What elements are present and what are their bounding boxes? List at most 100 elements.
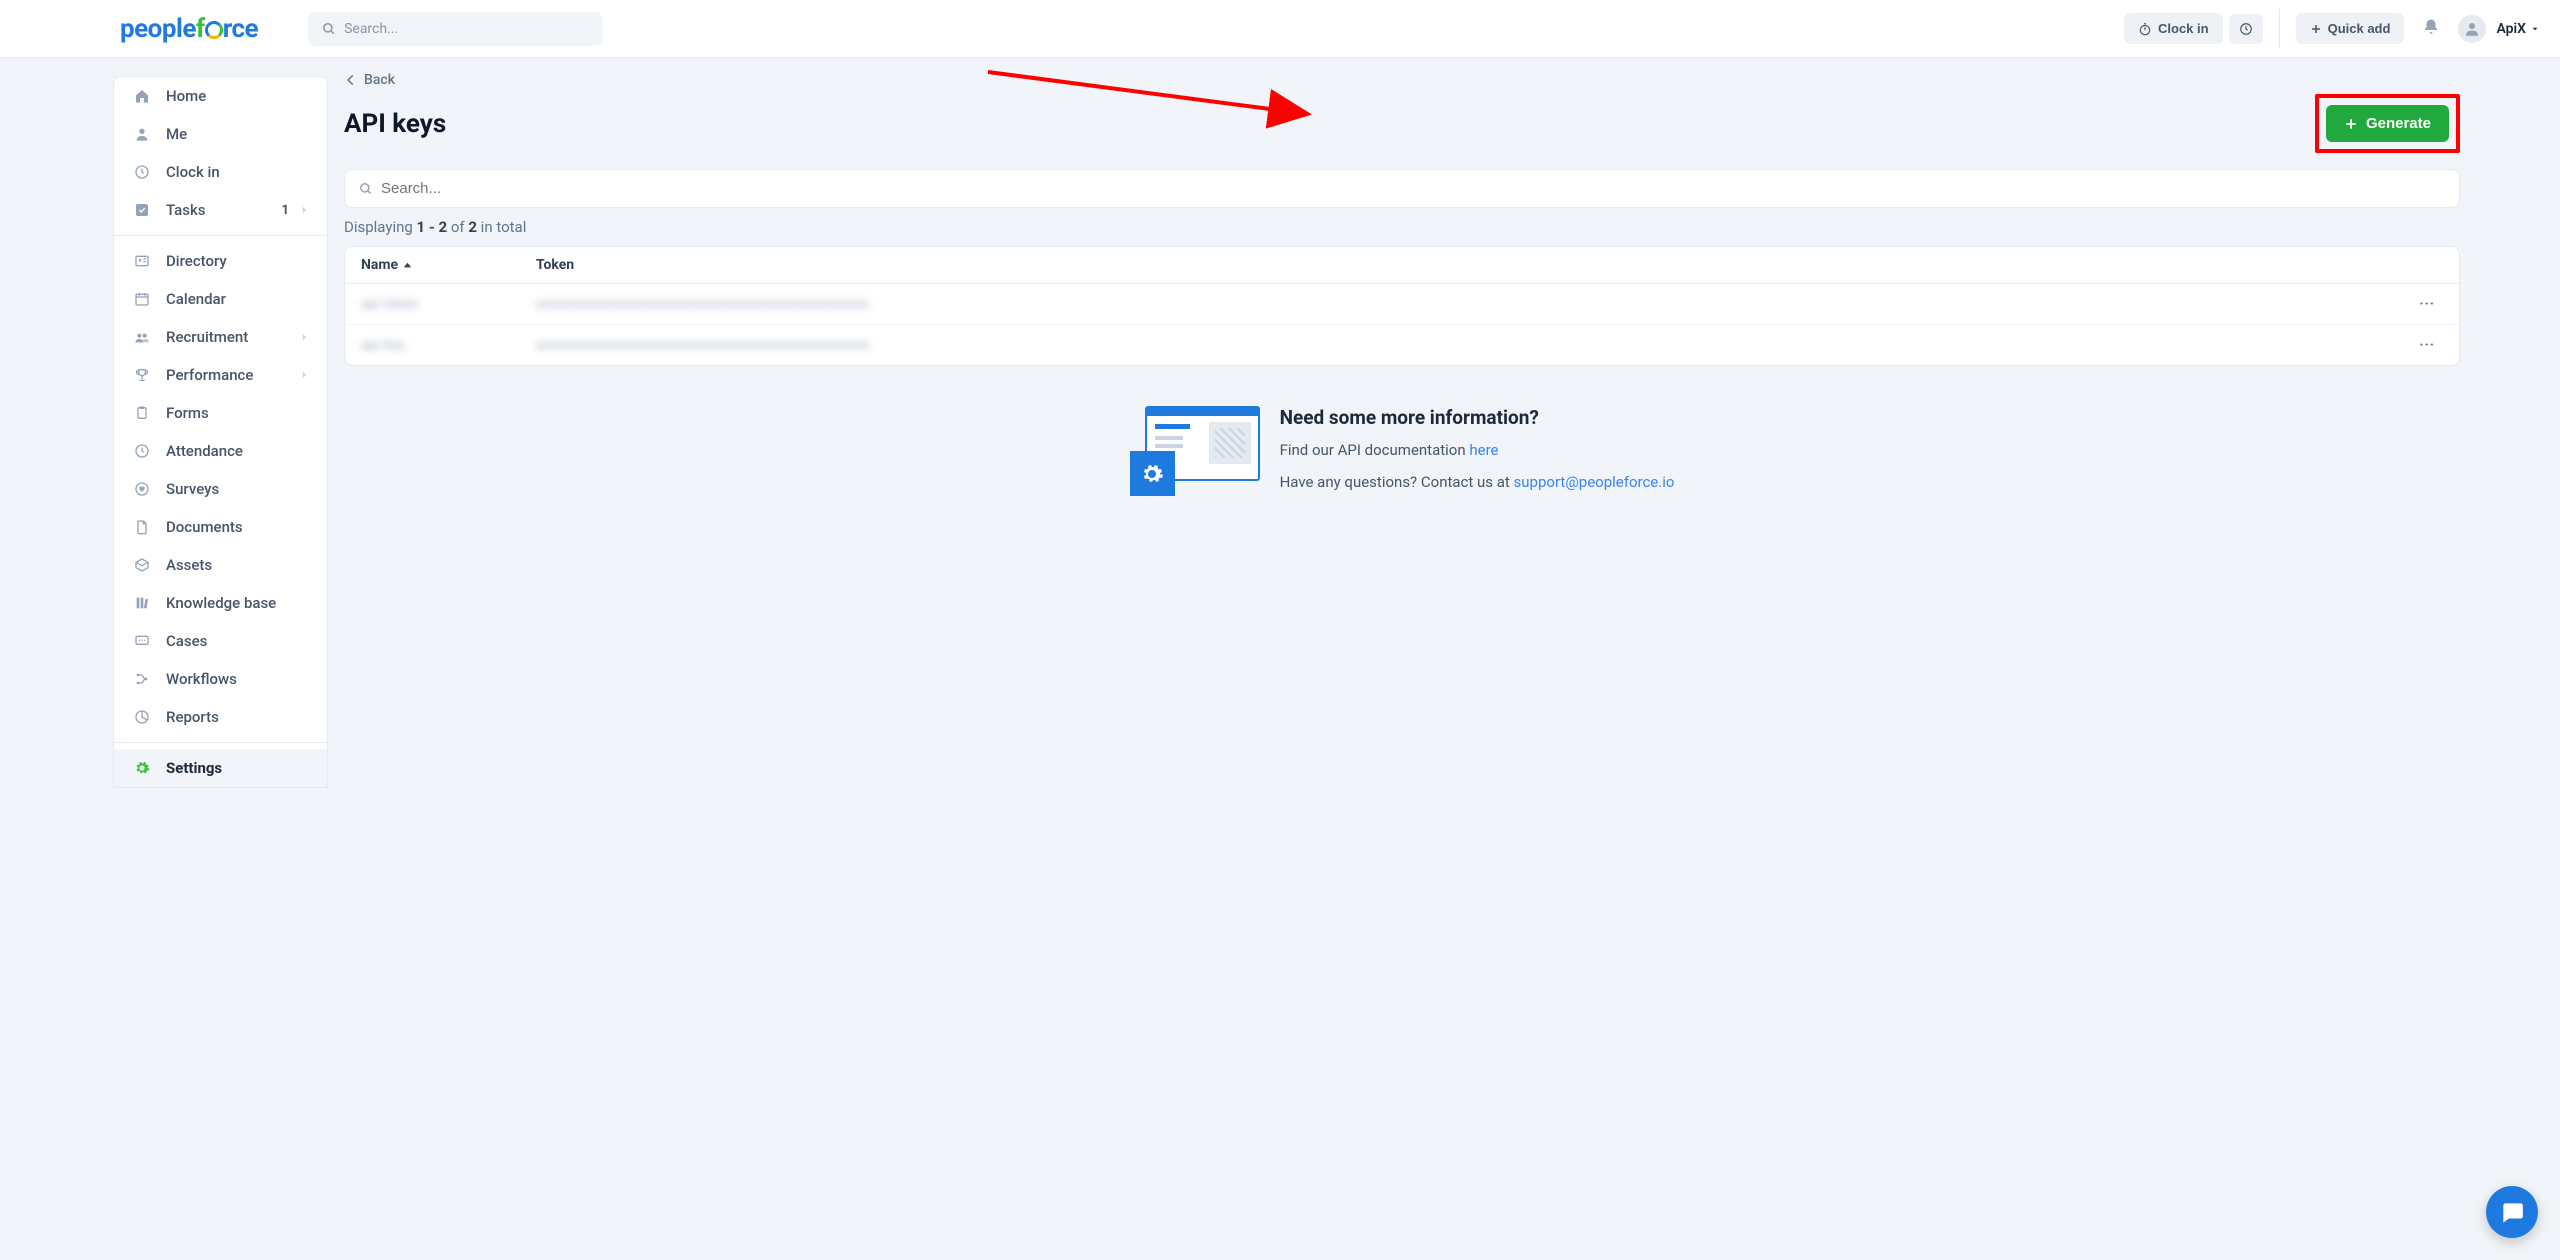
global-search[interactable]: Search... bbox=[308, 12, 603, 46]
cell-name: api key bbox=[361, 338, 536, 353]
sidebar-item-tasks[interactable]: Tasks1 bbox=[114, 191, 327, 229]
logo-text-2: f bbox=[196, 14, 205, 44]
sidebar-item-knowledge-base[interactable]: Knowledge base bbox=[114, 584, 327, 622]
sidebar-item-clock-in[interactable]: Clock in bbox=[114, 153, 327, 191]
avatar bbox=[2458, 15, 2486, 43]
global-search-placeholder: Search... bbox=[344, 21, 398, 37]
doc-icon bbox=[132, 519, 152, 535]
cell-token: xxxxxxxxxxxxxxxxxxxxxxxxxxxxxxxxxxxxxxxx… bbox=[536, 338, 2411, 353]
sidebar-item-label: Me bbox=[166, 125, 187, 143]
sidebar-item-label: Assets bbox=[166, 556, 212, 574]
bell-icon bbox=[2422, 18, 2440, 36]
info-line-1: Find our API documentation here bbox=[1280, 441, 1675, 459]
sidebar-item-settings[interactable]: Settings bbox=[114, 749, 327, 787]
sidebar-item-documents[interactable]: Documents bbox=[114, 508, 327, 546]
username: ApiX bbox=[2496, 21, 2526, 37]
sort-asc-icon bbox=[402, 260, 413, 271]
docs-link[interactable]: here bbox=[1469, 441, 1498, 459]
table-row: api tokenxxxxxxxxxxxxxxxxxxxxxxxxxxxxxxx… bbox=[345, 284, 2459, 325]
sidebar-item-performance[interactable]: Performance bbox=[114, 356, 327, 394]
logo-ring-icon bbox=[205, 21, 223, 39]
stopwatch-icon bbox=[2138, 22, 2152, 36]
sidebar-item-label: Recruitment bbox=[166, 328, 248, 346]
sidebar-item-me[interactable]: Me bbox=[114, 115, 327, 153]
check-icon bbox=[132, 202, 152, 218]
quick-add-button[interactable]: Quick add bbox=[2296, 13, 2405, 44]
box-icon bbox=[132, 557, 152, 573]
row-actions-button[interactable]: ··· bbox=[2411, 292, 2443, 316]
sidebar-item-calendar[interactable]: Calendar bbox=[114, 280, 327, 318]
cal-icon bbox=[132, 291, 152, 307]
sidebar-item-assets[interactable]: Assets bbox=[114, 546, 327, 584]
sidebar: Home Me Clock in Tasks1 Directory Calendar Re… bbox=[113, 76, 328, 788]
badge: 1 bbox=[282, 203, 289, 218]
back-link[interactable]: Back bbox=[344, 72, 395, 88]
sidebar-item-label: Cases bbox=[166, 632, 207, 650]
column-header-name[interactable]: Name bbox=[361, 257, 536, 273]
logo[interactable]: peoplefrce bbox=[120, 14, 258, 44]
page-title: API keys bbox=[344, 109, 446, 139]
chat-widget[interactable] bbox=[2486, 1186, 2538, 1238]
plus-icon bbox=[2310, 23, 2322, 35]
back-label: Back bbox=[364, 72, 395, 88]
info-block: Need some more information? Find our API… bbox=[344, 406, 2460, 505]
chevron-right-icon bbox=[299, 366, 309, 384]
sidebar-item-directory[interactable]: Directory bbox=[114, 242, 327, 280]
gear-icon bbox=[1140, 462, 1164, 486]
info-title: Need some more information? bbox=[1280, 406, 1675, 429]
clock-history-button[interactable] bbox=[2229, 14, 2263, 44]
column-header-token[interactable]: Token bbox=[536, 257, 2443, 273]
sidebar-item-label: Workflows bbox=[166, 670, 237, 688]
logo-text-3: rce bbox=[223, 14, 258, 44]
user-icon bbox=[2463, 20, 2481, 38]
generate-label: Generate bbox=[2366, 115, 2431, 132]
doc-illustration bbox=[1130, 406, 1260, 496]
search-icon bbox=[322, 22, 336, 36]
main-content: Back API keys Generate Displaying 1 - 2 … bbox=[328, 58, 2560, 788]
api-keys-table: Name Token api tokenxxxxxxxxxxxxxxxxxxxx… bbox=[344, 246, 2460, 366]
sidebar-item-forms[interactable]: Forms bbox=[114, 394, 327, 432]
sidebar-item-home[interactable]: Home bbox=[114, 77, 327, 115]
sidebar-item-workflows[interactable]: Workflows bbox=[114, 660, 327, 698]
sidebar-item-label: Reports bbox=[166, 708, 219, 726]
chevron-right-icon bbox=[299, 328, 309, 346]
sidebar-item-label: Settings bbox=[166, 759, 222, 777]
cell-name: api token bbox=[361, 297, 536, 312]
sidebar-item-label: Clock in bbox=[166, 163, 220, 181]
home-icon bbox=[132, 88, 152, 104]
cell-token: xxxxxxxxxxxxxxxxxxxxxxxxxxxxxxxxxxxxxxxx… bbox=[536, 297, 2411, 312]
nav-separator bbox=[114, 235, 327, 236]
sidebar-item-label: Knowledge base bbox=[166, 594, 276, 612]
support-email-link[interactable]: support@peopleforce.io bbox=[1514, 473, 1675, 491]
clock-in-button[interactable]: Clock in bbox=[2124, 13, 2223, 44]
search-icon bbox=[359, 182, 373, 196]
sidebar-item-surveys[interactable]: Surveys bbox=[114, 470, 327, 508]
sidebar-item-attendance[interactable]: Attendance bbox=[114, 432, 327, 470]
sidebar-item-label: Performance bbox=[166, 366, 253, 384]
chat-icon bbox=[132, 633, 152, 649]
clock-in-label: Clock in bbox=[2158, 21, 2209, 36]
page-search[interactable] bbox=[344, 169, 2460, 208]
sidebar-item-label: Directory bbox=[166, 252, 227, 270]
group-icon bbox=[132, 329, 152, 345]
sidebar-item-label: Forms bbox=[166, 404, 209, 422]
user-icon bbox=[132, 126, 152, 142]
generate-button[interactable]: Generate bbox=[2326, 105, 2449, 142]
plus-icon bbox=[2344, 117, 2358, 131]
history-icon bbox=[2239, 22, 2253, 36]
sidebar-item-label: Calendar bbox=[166, 290, 226, 308]
page-search-input[interactable] bbox=[381, 180, 2445, 197]
user-menu[interactable]: ApiX bbox=[2458, 15, 2540, 43]
sidebar-item-label: Home bbox=[166, 87, 206, 105]
row-actions-button[interactable]: ··· bbox=[2411, 333, 2443, 357]
sidebar-item-cases[interactable]: Cases bbox=[114, 622, 327, 660]
table-header: Name Token bbox=[345, 247, 2459, 284]
sidebar-item-recruitment[interactable]: Recruitment bbox=[114, 318, 327, 356]
notifications-button[interactable] bbox=[2422, 18, 2440, 40]
heart-icon bbox=[132, 481, 152, 497]
chat-icon bbox=[2499, 1199, 2525, 1225]
info-line-2: Have any questions? Contact us at suppor… bbox=[1280, 473, 1675, 491]
sidebar-item-reports[interactable]: Reports bbox=[114, 698, 327, 736]
sidebar-item-label: Attendance bbox=[166, 442, 243, 460]
clock-icon bbox=[132, 443, 152, 459]
